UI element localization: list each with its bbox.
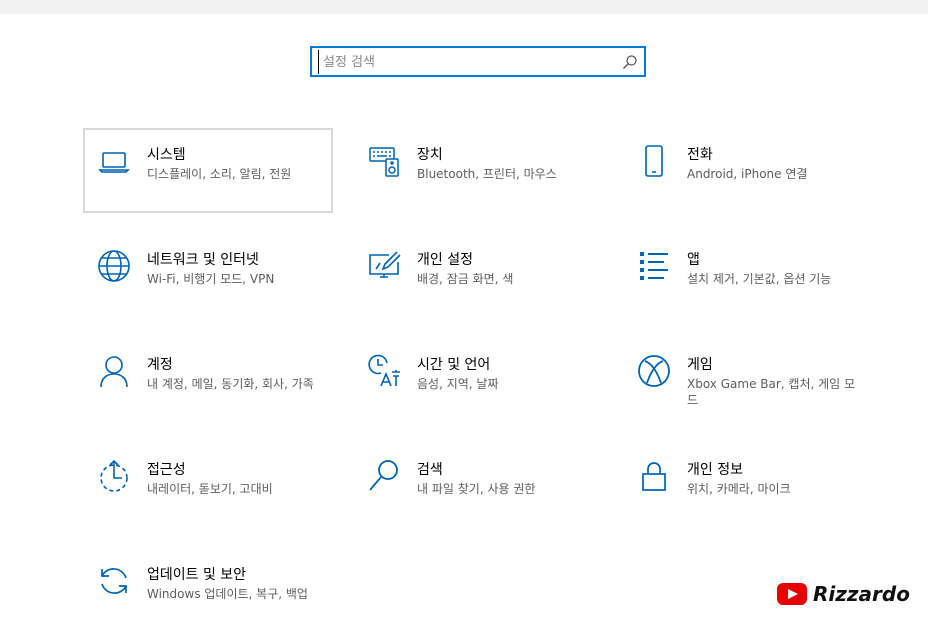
tile-title: 네트워크 및 인터넷 (147, 252, 259, 268)
tile-title: 장치 (417, 147, 443, 163)
tile-description: Android, iPhone 연결 (687, 167, 808, 181)
tile-system[interactable]: 시스템 디스플레이, 소리, 알림, 전원 (83, 128, 333, 213)
keyboard-speaker-icon (367, 144, 401, 178)
tile-description: Xbox Game Bar, 캡처, 게임 모드 (687, 377, 856, 407)
tile-description: 위치, 카메라, 마이크 (687, 482, 791, 496)
search-box[interactable] (310, 46, 646, 77)
tile-title: 개인 설정 (417, 252, 473, 268)
sync-icon (97, 564, 131, 598)
tile-privacy[interactable]: 개인 정보 위치, 카메라, 마이크 (623, 443, 873, 528)
tile-title: 앱 (687, 252, 700, 268)
tile-description: 내 계정, 메일, 동기화, 회사, 가족 (147, 377, 314, 391)
tile-time-language[interactable]: 시간 및 언어 음성, 지역, 날짜 (353, 338, 603, 423)
tile-title: 시스템 (147, 147, 186, 163)
channel-watermark: Rizzardo (777, 580, 910, 608)
title-bar-strip (0, 0, 928, 14)
tile-description: 디스플레이, 소리, 알림, 전원 (147, 167, 292, 181)
phone-icon (637, 144, 671, 178)
tile-gaming[interactable]: 게임 Xbox Game Bar, 캡처, 게임 모드 (623, 338, 873, 423)
tile-description: 내레이터, 돋보기, 고대비 (147, 482, 273, 496)
youtube-logo-icon (777, 583, 807, 605)
tile-network[interactable]: 네트워크 및 인터넷 Wi-Fi, 비행기 모드, VPN (83, 233, 333, 318)
paint-monitor-icon (367, 249, 401, 283)
tile-apps[interactable]: 앱 설치 제거, 기본값, 옵션 기능 (623, 233, 873, 318)
tile-search[interactable]: 검색 내 파일 찾기, 사용 권한 (353, 443, 603, 528)
tile-title: 게임 (687, 357, 713, 373)
tile-ease-of-access[interactable]: 접근성 내레이터, 돋보기, 고대비 (83, 443, 333, 528)
xbox-icon (637, 354, 671, 388)
tile-title: 전화 (687, 147, 713, 163)
tile-description: 내 파일 찾기, 사용 권한 (417, 482, 536, 496)
tile-update-security[interactable]: 업데이트 및 보안 Windows 업데이트, 복구, 백업 (83, 548, 333, 633)
search-icon[interactable] (622, 54, 638, 70)
tile-accounts[interactable]: 계정 내 계정, 메일, 동기화, 회사, 가족 (83, 338, 333, 423)
tile-description: Bluetooth, 프린터, 마우스 (417, 167, 557, 181)
tile-title: 업데이트 및 보안 (147, 567, 247, 583)
time-language-icon (367, 354, 401, 388)
laptop-icon (97, 144, 131, 178)
tile-description: 배경, 잠금 화면, 색 (417, 272, 514, 286)
globe-icon (97, 249, 131, 283)
tile-title: 개인 정보 (687, 462, 743, 478)
tile-devices[interactable]: 장치 Bluetooth, 프린터, 마우스 (353, 128, 603, 213)
magnifier-icon (367, 459, 401, 493)
tile-description: 음성, 지역, 날짜 (417, 377, 499, 391)
lock-icon (637, 459, 671, 493)
channel-name: Rizzardo (813, 582, 910, 606)
tile-title: 계정 (147, 357, 173, 373)
tile-title: 검색 (417, 462, 443, 478)
tile-title: 시간 및 언어 (417, 357, 491, 373)
tile-personalization[interactable]: 개인 설정 배경, 잠금 화면, 색 (353, 233, 603, 318)
person-icon (97, 354, 131, 388)
apps-list-icon (637, 249, 671, 283)
ease-of-access-icon (97, 459, 131, 493)
tile-title: 접근성 (147, 462, 186, 478)
search-input[interactable] (318, 50, 619, 74)
tile-description: Windows 업데이트, 복구, 백업 (147, 587, 308, 601)
tile-phone[interactable]: 전화 Android, iPhone 연결 (623, 128, 873, 213)
tile-description: Wi-Fi, 비행기 모드, VPN (147, 272, 275, 286)
tile-description: 설치 제거, 기본값, 옵션 기능 (687, 272, 832, 286)
